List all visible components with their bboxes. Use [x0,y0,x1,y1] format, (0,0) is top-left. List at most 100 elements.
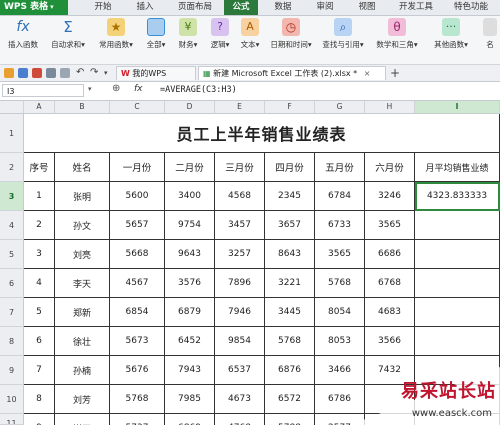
table-cell[interactable]: 3246 [365,182,415,211]
header-cell[interactable]: 姓名 [55,153,110,182]
table-cell[interactable]: 3657 [265,211,315,240]
row-header-1[interactable]: 1 [0,114,24,153]
table-cell[interactable]: 6452 [165,327,215,356]
column-header-d[interactable]: D [165,101,215,113]
table-cell[interactable]: 3257 [215,240,265,269]
table-cell[interactable]: 6879 [165,298,215,327]
table-cell[interactable]: 郑新 [55,298,110,327]
row-header-9[interactable]: 9 [0,356,24,385]
print-icon[interactable] [46,68,56,78]
header-cell[interactable]: 五月份 [315,153,365,182]
tab-insert[interactable]: 插入 [130,0,160,15]
table-cell[interactable]: 张明 [55,182,110,211]
row-header-10[interactable]: 10 [0,385,24,414]
table-cell[interactable]: 6768 [365,269,415,298]
date-time-button[interactable]: ◷ 日期和时间▾ [268,18,314,50]
table-cell[interactable]: 5788 [265,414,315,425]
tab-home[interactable]: 开始 [88,0,118,15]
table-cell[interactable]: 8643 [265,240,315,269]
column-header-f[interactable]: F [265,101,315,113]
zoom-icon[interactable]: ⊕ [112,83,120,94]
name-box[interactable]: I3 [2,84,84,97]
table-cell[interactable]: 6784 [315,182,365,211]
financial-button[interactable]: ¥ 财务▾ [174,18,202,50]
table-cell[interactable] [415,269,500,298]
common-functions-button[interactable]: ★ 常用函数▾ [94,18,138,50]
table-cell[interactable]: 李天 [55,269,110,298]
table-cell[interactable]: 3400 [165,182,215,211]
table-cell[interactable]: 4673 [215,385,265,414]
select-all-corner[interactable] [0,101,24,113]
column-header-c[interactable]: C [110,101,165,113]
table-cell[interactable]: 4 [24,269,55,298]
table-cell[interactable]: 3445 [265,298,315,327]
close-icon[interactable]: × [364,69,371,78]
table-cell[interactable]: 8053 [315,327,365,356]
table-cell[interactable]: 3566 [365,327,415,356]
sheet-title-cell[interactable]: 员工上半年销售业绩表 [24,114,500,153]
column-header-i[interactable]: I [415,101,500,113]
text-functions-button[interactable]: A 文本▾ [236,18,264,50]
preview-icon[interactable] [60,68,70,78]
table-cell[interactable]: 4568 [215,182,265,211]
table-cell[interactable]: 孙文 [55,211,110,240]
row-header-5[interactable]: 5 [0,240,24,269]
table-cell[interactable] [415,211,500,240]
tab-workbook[interactable]: ▦ 新建 Microsoft Excel 工作表 (2).xlsx * × [198,66,386,80]
table-cell[interactable]: 3565 [365,211,415,240]
table-cell[interactable]: 5657 [110,211,165,240]
header-cell[interactable]: 三月份 [215,153,265,182]
table-cell[interactable]: 8054 [315,298,365,327]
formula-input[interactable]: =AVERAGE(C3:H3) [160,84,237,97]
table-cell[interactable]: 孙楠 [55,356,110,385]
table-cell[interactable]: 谢玉 [55,414,110,425]
table-cell[interactable]: 徐壮 [55,327,110,356]
table-cell[interactable]: 3221 [265,269,315,298]
math-trig-button[interactable]: θ 数学和三角▾ [374,18,420,50]
row-header-3[interactable]: 3 [0,182,24,211]
column-header-e[interactable]: E [215,101,265,113]
table-cell[interactable]: 2345 [265,182,315,211]
row-header-7[interactable]: 7 [0,298,24,327]
table-cell[interactable]: 5 [24,298,55,327]
chevron-down-icon[interactable]: ▾ [104,68,114,78]
tab-page-layout[interactable]: 页面布局 [172,0,218,15]
header-cell[interactable]: 序号 [24,153,55,182]
row-header-6[interactable]: 6 [0,269,24,298]
table-cell[interactable]: 4567 [110,269,165,298]
column-header-g[interactable]: G [315,101,365,113]
row-header-8[interactable]: 8 [0,327,24,356]
save-icon[interactable] [18,68,28,78]
name-manager-button[interactable]: 名 [482,18,498,50]
table-cell[interactable]: 3565 [315,240,365,269]
row-header-11[interactable]: 11 [0,414,24,425]
table-cell[interactable]: 5600 [110,182,165,211]
table-cell[interactable]: 2 [24,211,55,240]
table-cell[interactable]: 6876 [265,356,315,385]
row-header-4[interactable]: 4 [0,211,24,240]
chevron-down-icon[interactable]: ▾ [88,85,92,93]
column-header-h[interactable]: H [365,101,415,113]
row-header-2[interactable]: 2 [0,153,24,182]
all-functions-button[interactable]: 全部▾ [142,18,170,50]
header-cell[interactable]: 四月份 [265,153,315,182]
table-cell[interactable]: 4768 [215,414,265,425]
table-cell[interactable]: 7943 [165,356,215,385]
insert-function-button[interactable]: fx 插入函数 [4,18,42,50]
table-cell[interactable]: 6572 [265,385,315,414]
table-cell[interactable]: 5668 [110,240,165,269]
table-cell[interactable]: 5673 [110,327,165,356]
app-menu-button[interactable]: WPS 表格 ▾ [0,0,68,15]
tab-developer[interactable]: 开发工具 [394,0,438,15]
logical-button[interactable]: ? 逻辑▾ [206,18,234,50]
tab-features[interactable]: 特色功能 [444,0,498,15]
undo-icon[interactable]: ↶ [76,68,86,78]
table-cell[interactable]: 5737 [110,414,165,425]
column-header-a[interactable]: A [24,101,55,113]
column-header-b[interactable]: B [55,101,110,113]
active-cell[interactable]: 4323.833333 [415,182,500,211]
table-cell[interactable]: 5768 [315,269,365,298]
table-cell[interactable]: 6 [24,327,55,356]
table-cell[interactable]: 3576 [165,269,215,298]
tab-review[interactable]: 审阅 [310,0,340,15]
